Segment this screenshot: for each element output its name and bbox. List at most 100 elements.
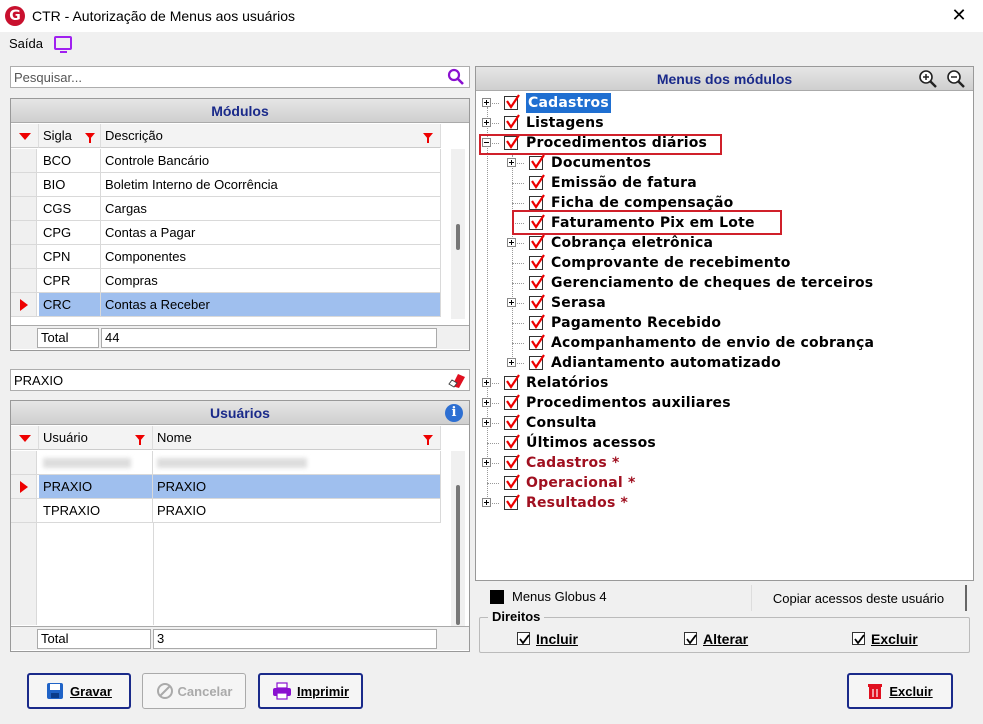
column-header-usuario[interactable]: Usuário <box>39 426 153 450</box>
table-row[interactable]: CGS Cargas <box>11 197 441 221</box>
tree-node-comprovante[interactable]: Comprovante de recebimento <box>476 253 971 273</box>
column-header-nome[interactable]: Nome <box>153 426 441 450</box>
tree-node-label: Últimos acessos <box>526 435 656 451</box>
tree-checkbox-icon[interactable] <box>529 314 545 330</box>
tree-checkbox-icon[interactable] <box>504 434 520 450</box>
tree-checkbox-icon[interactable] <box>529 334 545 350</box>
tree-node-documentos[interactable]: Documentos <box>476 153 971 173</box>
expand-icon[interactable] <box>482 98 491 107</box>
expand-icon[interactable] <box>482 458 491 467</box>
tree-checkbox-icon[interactable] <box>529 154 545 170</box>
search-icon[interactable] <box>447 68 465 86</box>
expand-icon[interactable] <box>507 158 516 167</box>
table-row[interactable]: CPR Compras <box>11 269 441 293</box>
tree-node-pagamento-recebido[interactable]: Pagamento Recebido <box>476 313 971 333</box>
floppy-icon <box>47 683 64 699</box>
table-row[interactable]: BCO Controle Bancário <box>11 149 441 173</box>
scrollbar-thumb[interactable] <box>456 224 460 250</box>
delete-button[interactable]: Excluir <box>847 673 953 709</box>
menu-saida[interactable]: Saída <box>9 36 43 51</box>
monitor-icon[interactable] <box>54 36 72 53</box>
expand-icon[interactable] <box>507 358 516 367</box>
tree-node-label: Adiantamento automatizado <box>551 355 781 371</box>
tree-node-serasa[interactable]: Serasa <box>476 293 971 313</box>
tree-checkbox-icon[interactable] <box>529 194 545 210</box>
tree-checkbox-icon[interactable] <box>529 294 545 310</box>
tree-checkbox-icon[interactable] <box>504 474 520 490</box>
expand-icon[interactable] <box>482 418 491 427</box>
tree-node-cobranca-eletronica[interactable]: Cobrança eletrônica <box>476 233 971 253</box>
tree-checkbox-icon[interactable] <box>504 114 520 130</box>
checkbox-box[interactable] <box>852 632 865 645</box>
tree-checkbox-icon[interactable] <box>529 174 545 190</box>
expand-icon[interactable] <box>507 238 516 247</box>
checkbox-excluir[interactable]: Excluir <box>852 631 918 647</box>
tree-checkbox-icon[interactable] <box>529 234 545 250</box>
column-header-descricao[interactable]: Descrição <box>101 124 441 148</box>
tree-checkbox-icon[interactable] <box>504 494 520 510</box>
tree-node-acompanhamento[interactable]: Acompanhamento de envio de cobrança <box>476 333 971 353</box>
table-row[interactable]: PRAXIO PRAXIO <box>11 475 441 499</box>
table-row[interactable]: TPRAXIO PRAXIO <box>11 499 441 523</box>
expand-icon[interactable] <box>507 298 516 307</box>
users-scrollbar[interactable] <box>451 451 465 626</box>
search-input[interactable] <box>11 67 431 87</box>
tree-node-operacional-star[interactable]: Operacional * <box>476 473 971 493</box>
tree-checkbox-icon[interactable] <box>504 454 520 470</box>
tree-checkbox-icon[interactable] <box>504 414 520 430</box>
table-row[interactable]: CPG Contas a Pagar <box>11 221 441 245</box>
tree-node-gerenciamento-cheques[interactable]: Gerenciamento de cheques de terceiros <box>476 273 971 293</box>
info-icon[interactable]: i <box>445 404 463 422</box>
checkbox-box[interactable] <box>684 632 697 645</box>
tree-node-cadastros-star[interactable]: Cadastros * <box>476 453 971 473</box>
tree-node-procedimentos-auxiliares[interactable]: Procedimentos auxiliares <box>476 393 971 413</box>
expand-icon[interactable] <box>482 378 491 387</box>
close-icon[interactable]: ✕ <box>949 5 969 25</box>
modules-scrollbar[interactable] <box>451 149 465 319</box>
table-row[interactable]: BIO Boletim Interno de Ocorrência <box>11 173 441 197</box>
checkbox-incluir[interactable]: Incluir <box>517 631 578 647</box>
tree-checkbox-icon[interactable] <box>504 94 520 110</box>
copy-access-button[interactable]: Copiar acessos deste usuário <box>751 585 967 611</box>
filter-icon[interactable] <box>135 435 145 445</box>
eraser-icon[interactable] <box>448 372 466 388</box>
tree-checkbox-icon[interactable] <box>504 394 520 410</box>
tree-node-resultados-star[interactable]: Resultados * <box>476 493 971 513</box>
filter-icon[interactable] <box>423 133 433 143</box>
tree-node-adiantamento[interactable]: Adiantamento automatizado <box>476 353 971 373</box>
tree-node-consulta[interactable]: Consulta <box>476 413 971 433</box>
expand-icon[interactable] <box>482 118 491 127</box>
save-button[interactable]: Gravar <box>27 673 131 709</box>
expand-icon[interactable] <box>482 398 491 407</box>
checkbox-box[interactable] <box>517 632 530 645</box>
cell-sigla: BCO <box>39 149 101 172</box>
tree-node-ultimos-acessos[interactable]: Últimos acessos <box>476 433 971 453</box>
print-button[interactable]: Imprimir <box>258 673 363 709</box>
tree-checkbox-icon[interactable] <box>529 254 545 270</box>
filter-icon[interactable] <box>423 435 433 445</box>
tree-node-emissao-fatura[interactable]: Emissão de fatura <box>476 173 971 193</box>
table-row[interactable]: CRC Contas a Receber <box>11 293 441 317</box>
scrollbar-thumb[interactable] <box>456 485 460 625</box>
table-row-blurred[interactable] <box>11 451 441 475</box>
column-divider <box>153 523 154 625</box>
tree-checkbox-icon[interactable] <box>529 274 545 290</box>
checkbox-alterar[interactable]: Alterar <box>684 631 748 647</box>
cell-sigla: BIO <box>39 173 101 196</box>
filter-icon[interactable] <box>85 133 95 143</box>
zoom-in-icon[interactable] <box>918 69 938 89</box>
tree-checkbox-icon[interactable] <box>529 354 545 370</box>
zoom-out-icon[interactable] <box>946 69 966 89</box>
expand-icon[interactable] <box>482 498 491 507</box>
tree-node-listagens[interactable]: Listagens <box>476 113 971 133</box>
row-indicator <box>11 269 37 292</box>
table-row[interactable]: CPN Componentes <box>11 245 441 269</box>
tree-checkbox-icon[interactable] <box>504 374 520 390</box>
row-pointer-icon <box>20 481 28 493</box>
cell-sigla: CPR <box>39 269 101 292</box>
column-header-sigla[interactable]: Sigla <box>39 124 101 148</box>
cancel-button[interactable]: Cancelar <box>142 673 246 709</box>
user-filter-input[interactable] <box>11 370 431 390</box>
tree-node-cadastros[interactable]: Cadastros <box>476 93 971 113</box>
tree-node-relatorios[interactable]: Relatórios <box>476 373 971 393</box>
